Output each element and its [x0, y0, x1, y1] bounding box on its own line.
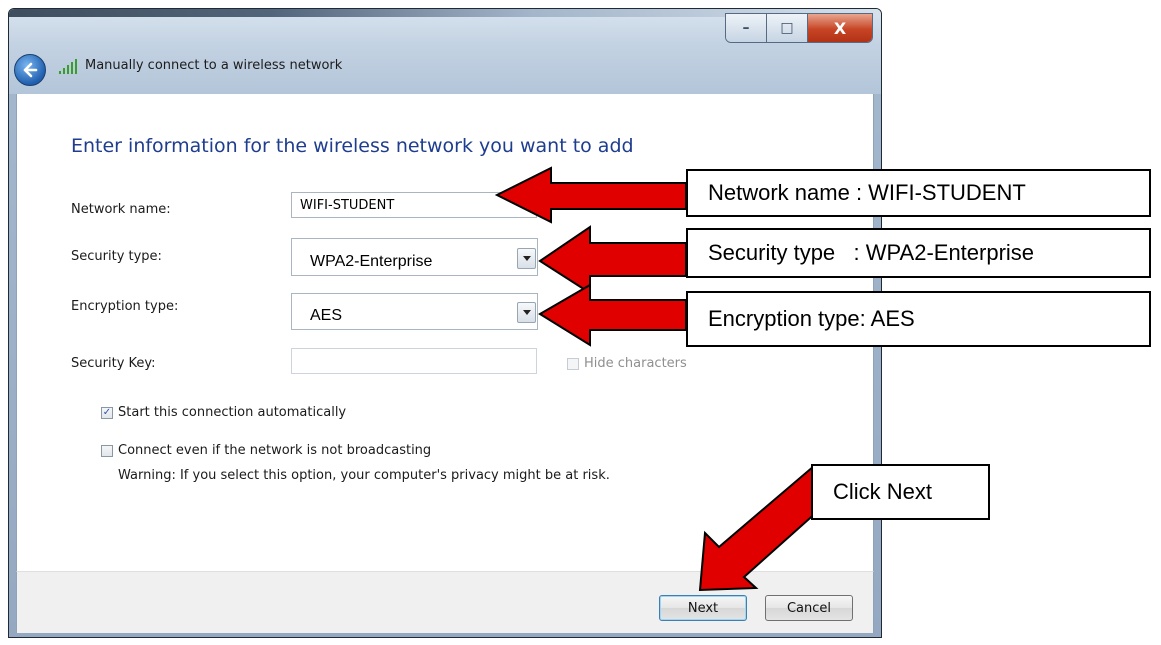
cancel-button[interactable]: Cancel: [765, 595, 853, 621]
encryption-type-callout: Encryption type: AES: [686, 291, 1151, 347]
start-automatically-label: Start this connection automatically: [118, 405, 347, 420]
maximize-button[interactable]: □: [767, 14, 808, 42]
checkmark-icon: ✓: [102, 407, 112, 418]
security-type-callout: Security type : WPA2-Enterprise: [686, 228, 1151, 278]
security-type-select[interactable]: WPA2-Enterprise: [291, 238, 538, 276]
encryption-type-value: AES: [310, 307, 343, 324]
privacy-warning-text: Warning: If you select this option, your…: [118, 468, 610, 483]
security-key-input[interactable]: [291, 348, 537, 374]
network-name-label: Network name:: [71, 202, 171, 217]
dropdown-arrow-icon[interactable]: [517, 248, 536, 269]
hide-characters-checkbox[interactable]: [567, 358, 579, 370]
minimize-button[interactable]: –: [726, 14, 767, 42]
wizard-footer: Next Cancel: [16, 571, 874, 633]
dropdown-arrow-icon[interactable]: [517, 302, 536, 323]
wireless-signal-icon: [59, 59, 77, 74]
encryption-type-label: Encryption type:: [71, 299, 179, 314]
network-name-callout: Network name : WIFI-STUDENT: [686, 169, 1151, 217]
back-arrow-icon: [23, 62, 38, 78]
connect-not-broadcasting-label: Connect even if the network is not broad…: [118, 443, 432, 458]
connect-not-broadcasting-checkbox[interactable]: [101, 445, 113, 457]
start-automatically-checkbox[interactable]: ✓: [101, 407, 113, 419]
title-bar: – □ X Manually connect to a wireless net…: [9, 9, 881, 94]
next-button[interactable]: Next: [659, 595, 747, 621]
network-name-input[interactable]: WIFI-STUDENT: [291, 192, 537, 218]
security-type-label: Security type:: [71, 249, 162, 264]
page-heading: Enter information for the wireless netwo…: [71, 135, 634, 157]
hide-characters-label: Hide characters: [584, 356, 687, 371]
window-controls: – □ X: [725, 13, 873, 43]
window-title: Manually connect to a wireless network: [85, 58, 343, 73]
security-key-label: Security Key:: [71, 356, 156, 371]
encryption-type-select[interactable]: AES: [291, 293, 538, 330]
click-next-callout: Click Next: [811, 464, 990, 520]
security-type-value: WPA2-Enterprise: [310, 253, 433, 270]
back-button[interactable]: [14, 54, 46, 86]
close-button[interactable]: X: [808, 14, 872, 42]
